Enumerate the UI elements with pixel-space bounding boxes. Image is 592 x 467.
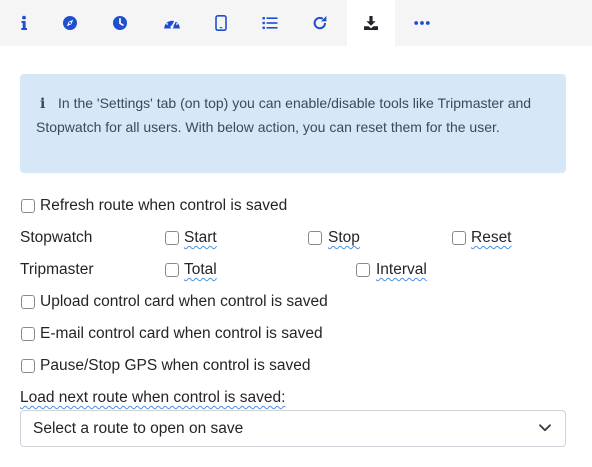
info-icon <box>21 15 27 30</box>
more-icon <box>414 21 430 25</box>
tab-refresh[interactable] <box>296 0 344 46</box>
tab-mobile[interactable] <box>197 0 245 46</box>
info-alert-text: In the 'Settings' tab (on top) you can e… <box>36 95 532 135</box>
compass-icon <box>63 16 77 30</box>
clock-icon <box>113 16 127 30</box>
tripmaster-total-label[interactable]: Total <box>184 261 217 279</box>
info-icon: i <box>40 96 46 112</box>
next-route-select[interactable]: Select a route to open on save <box>20 410 566 447</box>
tab-download[interactable] <box>347 0 395 46</box>
tripmaster-interval-label[interactable]: Interval <box>376 261 427 279</box>
tripmaster-total-checkbox[interactable] <box>165 263 179 277</box>
pause-gps-label[interactable]: Pause/Stop GPS when control is saved <box>40 357 311 375</box>
next-route-label: Load next route when control is saved: <box>20 389 286 406</box>
download-icon <box>364 16 378 30</box>
stopwatch-reset-label[interactable]: Reset <box>471 229 512 247</box>
tripmaster-interval-checkbox[interactable] <box>356 263 370 277</box>
stopwatch-reset-checkbox[interactable] <box>452 231 466 245</box>
next-route-select-value: Select a route to open on save <box>33 420 244 437</box>
tab-clock[interactable] <box>96 0 144 46</box>
stopwatch-start-checkbox[interactable] <box>165 231 179 245</box>
upload-card-checkbox[interactable] <box>21 295 35 309</box>
stopwatch-stop-checkbox[interactable] <box>308 231 322 245</box>
stopwatch-stop-label[interactable]: Stop <box>328 229 360 247</box>
redo-icon <box>313 16 327 30</box>
tab-info[interactable] <box>0 0 48 46</box>
mobile-phone-icon <box>215 15 227 31</box>
tripmaster-label: Tripmaster <box>20 261 94 278</box>
tab-compass[interactable] <box>46 0 94 46</box>
email-card-checkbox[interactable] <box>21 327 35 341</box>
tab-bar <box>0 0 592 46</box>
speedometer-icon <box>164 18 180 29</box>
pause-gps-checkbox[interactable] <box>21 359 35 373</box>
tab-more[interactable] <box>398 0 446 46</box>
chevron-down-icon <box>539 424 551 432</box>
email-card-label[interactable]: E-mail control card when control is save… <box>40 325 323 343</box>
tab-speedometer[interactable] <box>148 0 196 46</box>
upload-card-label[interactable]: Upload control card when control is save… <box>40 293 328 311</box>
tab-list[interactable] <box>246 0 294 46</box>
info-alert: i In the 'Settings' tab (on top) you can … <box>20 74 566 173</box>
refresh-route-checkbox[interactable] <box>21 199 35 213</box>
stopwatch-label: Stopwatch <box>20 229 93 246</box>
list-icon <box>262 17 278 29</box>
refresh-route-label[interactable]: Refresh route when control is saved <box>40 197 287 215</box>
stopwatch-start-label[interactable]: Start <box>184 229 217 247</box>
